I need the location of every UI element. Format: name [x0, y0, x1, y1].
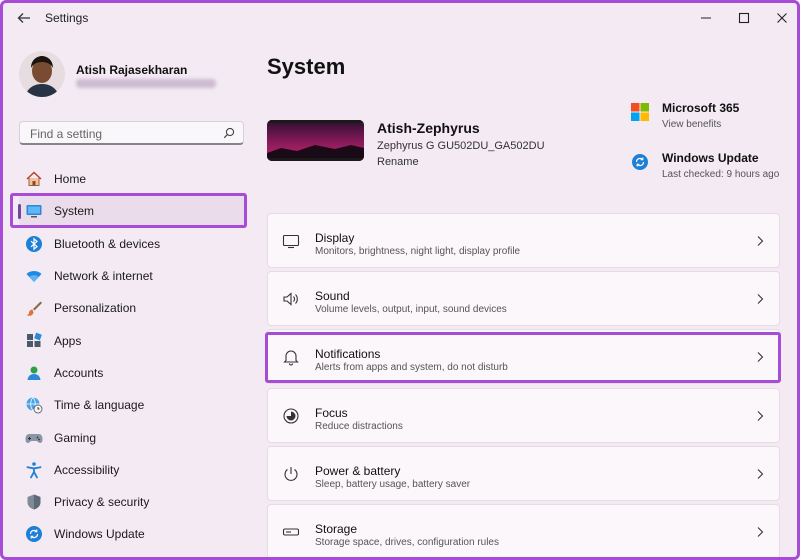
card-title: Power & battery — [315, 463, 401, 478]
accounts-icon — [27, 366, 41, 380]
promo-title: Windows Update — [662, 151, 759, 165]
search-input[interactable] — [28, 126, 222, 142]
sidebar-item-label: Time & language — [54, 398, 145, 413]
promo-subtitle: View benefits — [662, 119, 722, 130]
rename-link[interactable]: Rename — [377, 156, 419, 168]
card-title: Notifications — [315, 347, 381, 362]
globe-clock-icon — [26, 397, 43, 414]
search-box[interactable] — [19, 121, 244, 145]
sidebar-item-label: Windows Update — [54, 527, 145, 542]
back-arrow-icon[interactable] — [17, 11, 31, 25]
wifi-icon — [26, 271, 42, 283]
chevron-right-icon — [757, 527, 764, 537]
settings-window: Settings Atish Rajasekharan Find a setti… — [0, 0, 800, 560]
chevron-right-icon — [757, 410, 764, 421]
brush-icon — [26, 301, 42, 317]
accessibility-icon — [26, 462, 42, 479]
card-title: Display — [315, 231, 355, 245]
system-icon — [26, 205, 42, 218]
promo-title: Microsoft 365 — [662, 101, 740, 115]
bell-icon — [283, 350, 299, 366]
sidebar-item-personalization[interactable]: Personalization — [19, 292, 247, 324]
chevron-right-icon — [757, 236, 764, 246]
close-icon[interactable] — [773, 9, 791, 27]
card-subtitle: Reduce distractions — [315, 420, 403, 432]
microsoft-logo-icon — [631, 103, 649, 121]
settings-card-list: Display Monitors, brightness, night ligh… — [267, 213, 780, 557]
card-subtitle: Volume levels, output, input, sound devi… — [315, 304, 507, 316]
bluetooth-icon — [26, 235, 42, 252]
avatar[interactable] — [19, 51, 65, 97]
gamepad-icon — [25, 433, 43, 443]
card-storage[interactable]: Storage Storage space, drives, configura… — [267, 503, 780, 557]
storage-icon — [282, 528, 300, 536]
sidebar-item-accessibility[interactable]: Accessibility — [19, 454, 247, 486]
update-icon — [632, 154, 648, 170]
card-subtitle: Monitors, brightness, night light, displ… — [315, 246, 521, 257]
window-title: Settings — [45, 11, 89, 25]
chevron-right-icon — [757, 294, 764, 305]
sidebar-item-accounts[interactable]: Accounts — [19, 357, 247, 389]
monitor-icon — [282, 234, 300, 249]
shield-icon — [27, 494, 41, 510]
device-model: Zephyrus G GU502DU_GA502DU — [377, 140, 545, 152]
sidebar-item-label: Network & internet — [54, 269, 153, 284]
search-icon[interactable] — [223, 127, 235, 139]
power-icon — [284, 466, 298, 481]
speaker-icon — [283, 292, 298, 306]
card-title: Storage — [315, 521, 358, 536]
card-subtitle: Sleep, battery usage, battery saver — [315, 478, 471, 490]
sidebar-item-time-language[interactable]: Time & language — [19, 389, 247, 421]
sidebar-item-windows-update[interactable]: Windows Update — [19, 518, 247, 550]
card-focus[interactable]: Focus Reduce distractions — [267, 387, 780, 443]
sidebar-item-label: Gaming — [54, 430, 97, 445]
apps-icon — [27, 332, 42, 347]
sidebar-item-bluetooth[interactable]: Bluetooth & devices — [19, 228, 247, 260]
chevron-right-icon — [757, 352, 764, 363]
user-name: Atish Rajasekharan — [76, 63, 188, 77]
sidebar-item-label: Home — [54, 172, 87, 187]
card-subtitle: Alerts from apps and system, do not dist… — [315, 362, 508, 374]
sidebar-item-label: Privacy & security — [54, 495, 150, 510]
sidebar-item-label: Accessibility — [54, 462, 120, 477]
maximize-icon[interactable] — [735, 9, 753, 27]
card-display[interactable]: Display Monitors, brightness, night ligh… — [267, 213, 780, 268]
card-title: Focus — [315, 405, 348, 420]
sidebar-item-label: Accounts — [54, 365, 104, 380]
sidebar-nav: Home System Bluetooth & devices Network … — [18, 163, 247, 551]
device-wallpaper-thumbnail — [267, 120, 364, 161]
sidebar-item-home[interactable]: Home — [19, 163, 247, 195]
promo-subtitle: Last checked: 9 hours ago — [662, 169, 780, 180]
sidebar-item-apps[interactable]: Apps — [19, 324, 247, 356]
sidebar-item-label: System — [54, 204, 95, 219]
card-subtitle: Storage space, drives, configuration rul… — [315, 536, 499, 548]
sidebar-item-label: Bluetooth & devices — [54, 236, 161, 251]
user-email-redacted — [76, 79, 216, 88]
page-title: System — [267, 54, 346, 79]
sidebar-item-system[interactable]: System — [18, 195, 247, 228]
device-name: Atish-Zephyrus — [377, 120, 480, 136]
card-title: Sound — [315, 289, 350, 304]
sidebar-item-privacy-security[interactable]: Privacy & security — [19, 486, 247, 518]
home-icon — [26, 171, 42, 187]
sidebar-item-label: Personalization — [54, 301, 137, 316]
chevron-right-icon — [757, 468, 764, 479]
sidebar-item-network[interactable]: Network & internet — [19, 260, 247, 292]
card-power-battery[interactable]: Power & battery Sleep, battery usage, ba… — [267, 445, 780, 501]
sidebar-item-gaming[interactable]: Gaming — [19, 421, 247, 453]
update-icon — [26, 526, 42, 543]
focus-icon — [283, 408, 299, 424]
sidebar-item-label: Apps — [54, 333, 82, 348]
card-sound[interactable]: Sound Volume levels, output, input, soun… — [267, 271, 780, 327]
card-notifications[interactable]: Notifications Alerts from apps and syste… — [267, 329, 780, 385]
title-bar: Settings — [3, 3, 797, 33]
minimize-icon[interactable] — [697, 9, 715, 27]
